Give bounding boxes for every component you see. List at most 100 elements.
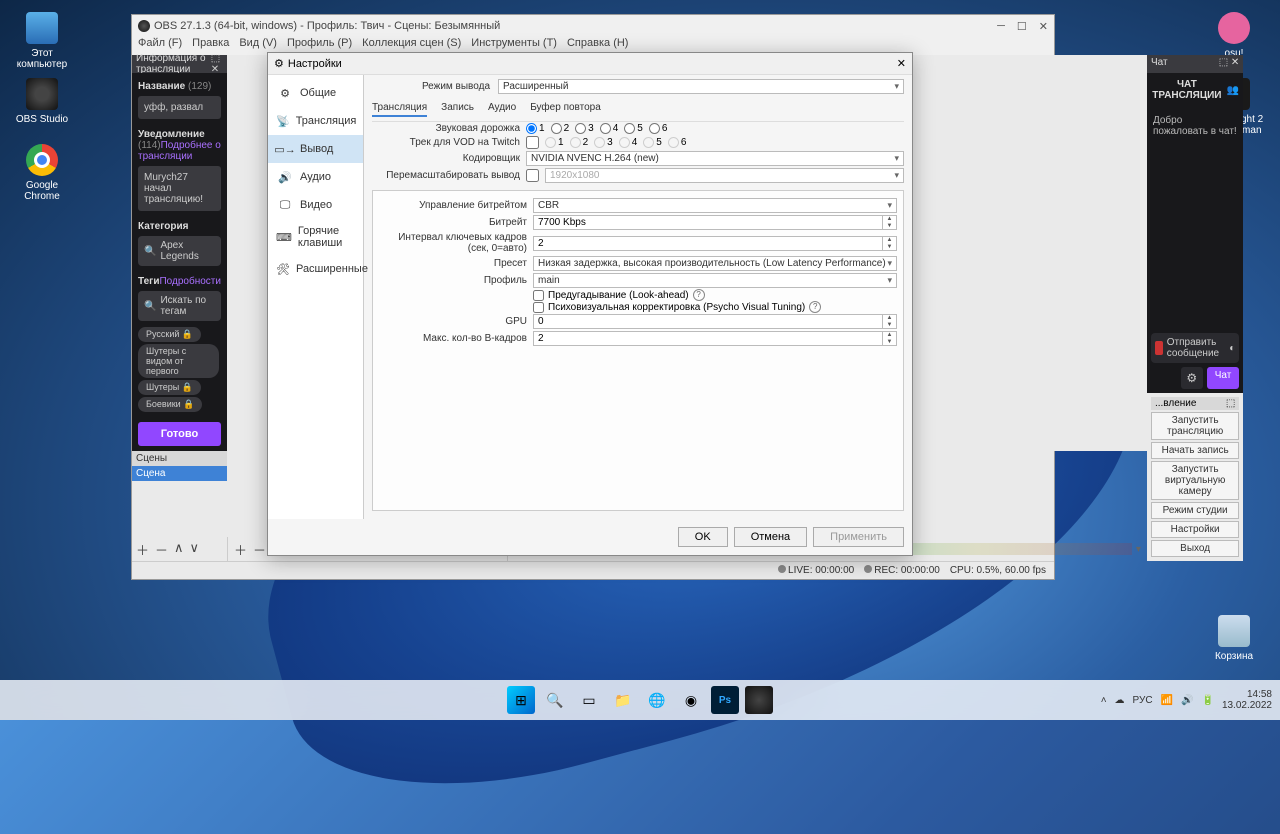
tag-chip[interactable]: Шутеры 🔒 [138, 380, 201, 395]
settings-titlebar[interactable]: ⚙Настройки ✕ [268, 53, 912, 75]
tag-chip[interactable]: Боевики 🔒 [138, 397, 202, 412]
add-source-button[interactable]: ＋ [234, 540, 247, 559]
battery-icon[interactable]: 🔋 [1201, 695, 1213, 706]
ok-button[interactable]: OK [678, 527, 728, 547]
track-1-radio[interactable]: 1 [526, 123, 545, 134]
taskbar-clock[interactable]: 14:58 13.02.2022 [1222, 689, 1272, 711]
tray-onedrive-icon[interactable]: ☁ [1115, 695, 1125, 706]
notif-text-input[interactable]: Murych27 начал трансляцию! [138, 166, 221, 211]
controls-header[interactable]: ...вление⬚ [1151, 397, 1239, 410]
close-dialog-button[interactable]: ✕ [897, 57, 906, 70]
sidebar-item-stream[interactable]: 📡Трансляция [268, 107, 363, 135]
help-icon[interactable]: ? [693, 289, 705, 301]
tag-chip[interactable]: Шутеры с видом от первого [138, 344, 219, 378]
rescale-checkbox[interactable] [526, 169, 539, 182]
popout-icon[interactable]: ⬚ [211, 53, 220, 64]
bitrate-input[interactable]: 7700 Kbps▲▼ [533, 215, 897, 230]
subtab-stream[interactable]: Трансляция [372, 102, 427, 117]
edge-button[interactable]: 🌐 [643, 686, 671, 714]
chrome-task-button[interactable]: ◉ [677, 686, 705, 714]
sidebar-item-audio[interactable]: 🔊Аудио [268, 163, 363, 191]
obs-titlebar[interactable]: OBS 27.1.3 (64-bit, windows) - Профиль: … [132, 15, 1054, 37]
mixer-dropdown[interactable]: ▾ [1136, 544, 1147, 555]
people-icon[interactable]: 👥 [1227, 85, 1239, 96]
sidebar-item-output[interactable]: ▭→Вывод [268, 135, 363, 163]
gpu-input[interactable]: 0▲▼ [533, 314, 897, 329]
vod-1-radio[interactable]: 1 [545, 137, 564, 148]
desktop-icon-obs[interactable]: OBS Studio [10, 78, 74, 125]
photoshop-button[interactable]: Ps [711, 686, 739, 714]
track-5-radio[interactable]: 5 [624, 123, 643, 134]
lookahead-checkbox[interactable] [533, 290, 544, 301]
track-2-radio[interactable]: 2 [551, 123, 570, 134]
keyint-input[interactable]: 2▲▼ [533, 236, 897, 251]
start-record-button[interactable]: Начать запись [1151, 442, 1239, 459]
stream-name-input[interactable]: уфф, развал [138, 96, 221, 119]
scene-down-button[interactable]: ∨ [190, 540, 200, 559]
tag-chip[interactable]: Русский 🔒 [138, 327, 201, 342]
tags-details-link[interactable]: Подробности [159, 276, 220, 287]
tags-search[interactable]: 🔍Искать по тегам [138, 291, 221, 321]
output-mode-combo[interactable]: Расширенный [498, 79, 904, 94]
emoji-icon[interactable]: ◐ [1229, 343, 1235, 354]
task-view-button[interactable]: ▭ [575, 686, 603, 714]
track-3-radio[interactable]: 3 [575, 123, 594, 134]
obs-task-button[interactable] [745, 686, 773, 714]
subtab-replay[interactable]: Буфер повтора [530, 102, 601, 117]
vod-track-checkbox[interactable] [526, 136, 539, 149]
ready-button[interactable]: Готово [138, 422, 221, 446]
desktop-icon-recycle[interactable]: Корзина [1202, 615, 1266, 662]
apply-button[interactable]: Применить [813, 527, 904, 547]
desktop-icon-chrome[interactable]: Google Chrome [10, 144, 74, 202]
preset-combo[interactable]: Низкая задержка, высокая производительно… [533, 256, 897, 271]
close-panel-icon[interactable]: ✕ [1231, 57, 1239, 68]
chat-settings-button[interactable]: ⚙ [1181, 367, 1203, 389]
scene-item[interactable]: Сцена [132, 466, 227, 481]
track-4-radio[interactable]: 4 [600, 123, 619, 134]
add-scene-button[interactable]: ＋ [136, 540, 149, 559]
wifi-icon[interactable]: 📶 [1161, 695, 1173, 706]
start-button[interactable]: ⊞ [507, 686, 535, 714]
popout-icon[interactable]: ⬚ [1226, 398, 1235, 409]
sidebar-item-general[interactable]: ⚙Общие [268, 79, 363, 107]
encoder-combo[interactable]: NVIDIA NVENC H.264 (new) [526, 151, 904, 166]
sidebar-item-hotkeys[interactable]: ⌨Горячие клавиши [268, 219, 363, 255]
desktop-icon-this-pc[interactable]: Этот компьютер [10, 12, 74, 70]
subtab-record[interactable]: Запись [441, 102, 474, 117]
rescale-combo[interactable]: 1920x1080 [545, 168, 904, 183]
track-6-radio[interactable]: 6 [649, 123, 668, 134]
sidebar-item-video[interactable]: 🖵Видео [268, 191, 363, 219]
search-button[interactable]: 🔍 [541, 686, 569, 714]
bframes-input[interactable]: 2▲▼ [533, 331, 897, 346]
tray-chevron[interactable]: ˄ [1101, 695, 1107, 706]
settings-button[interactable]: Настройки [1151, 521, 1239, 538]
chat-input-box[interactable]: Отправить сообщение ◐ [1151, 333, 1239, 363]
volume-icon[interactable]: 🔊 [1181, 695, 1193, 706]
sidebar-item-advanced[interactable]: 🛠Расширенные [268, 255, 363, 283]
remove-scene-button[interactable]: － [155, 540, 168, 559]
profile-combo[interactable]: main [533, 273, 897, 288]
help-icon[interactable]: ? [809, 301, 821, 313]
exit-button[interactable]: Выход [1151, 540, 1239, 557]
chat-send-button[interactable]: Чат [1207, 367, 1240, 389]
scenes-header[interactable]: Сцены [132, 451, 227, 466]
subtab-audio[interactable]: Аудио [488, 102, 516, 117]
psycho-checkbox[interactable] [533, 302, 544, 313]
explorer-button[interactable]: 📁 [609, 686, 637, 714]
close-button[interactable]: ✕ [1039, 20, 1048, 33]
info-panel-header[interactable]: Информация о трансляции ⬚ ✕ [132, 55, 227, 73]
remove-source-button[interactable]: － [253, 540, 266, 559]
desktop-icon-osu[interactable]: osu! [1202, 12, 1266, 59]
start-stream-button[interactable]: Запустить трансляцию [1151, 412, 1239, 440]
start-vcam-button[interactable]: Запустить виртуальную камеру [1151, 461, 1239, 500]
scene-up-button[interactable]: ∧ [174, 540, 184, 559]
maximize-button[interactable]: ☐ [1017, 20, 1027, 33]
studio-mode-button[interactable]: Режим студии [1151, 502, 1239, 519]
category-search[interactable]: 🔍Apex Legends [138, 236, 221, 266]
chat-panel-header[interactable]: Чат ⬚ ✕ [1147, 55, 1243, 73]
language-indicator[interactable]: РУС [1133, 695, 1153, 706]
popout-icon[interactable]: ⬚ [1219, 57, 1228, 68]
rate-control-combo[interactable]: CBR [533, 198, 897, 213]
cancel-button[interactable]: Отмена [734, 527, 807, 547]
minimize-button[interactable]: ─ [997, 20, 1005, 33]
